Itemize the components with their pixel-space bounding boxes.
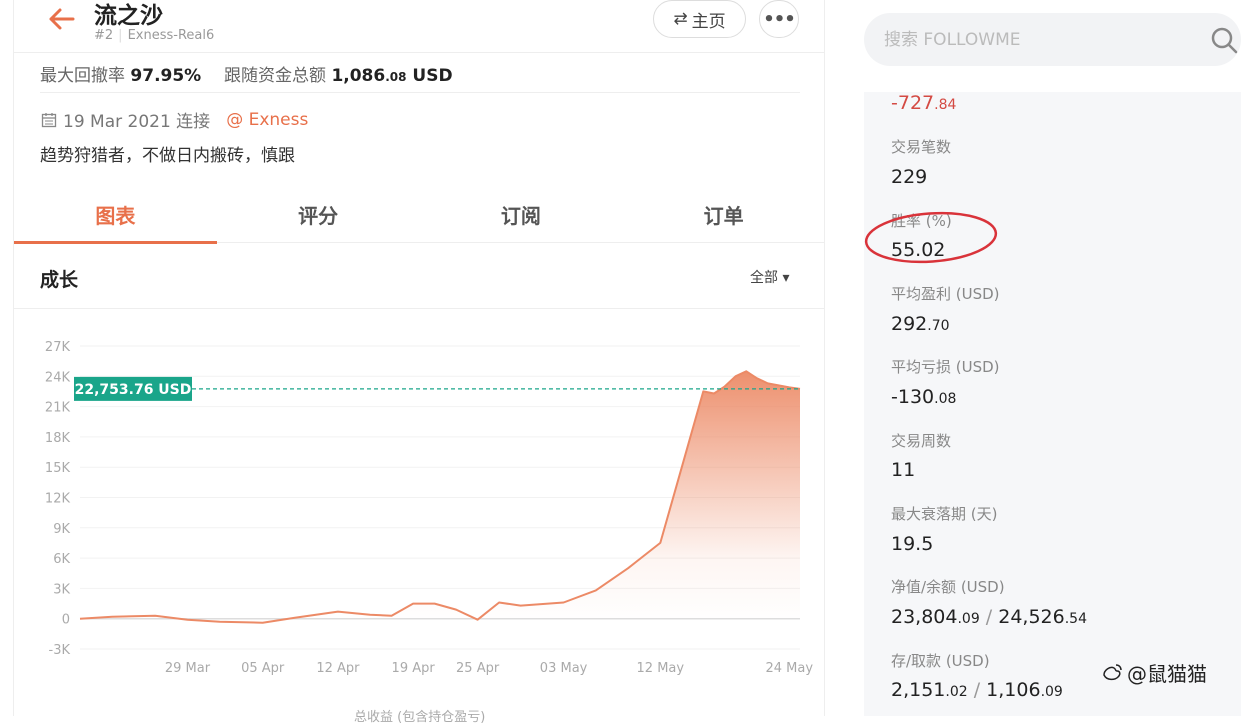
- y-tick-label: 0: [62, 613, 70, 628]
- y-tick-label: 9K: [53, 522, 70, 537]
- stat-top-value: -727.84: [891, 92, 957, 114]
- home-button[interactable]: ⇄ 主页: [653, 0, 746, 38]
- y-tick-label: 24K: [45, 370, 71, 385]
- meta-row: 19 Mar 2021 连接 @ Exness: [41, 107, 308, 132]
- x-tick-label: 12 May: [637, 661, 685, 676]
- more-button[interactable]: •••: [759, 0, 799, 38]
- tab-orders[interactable]: 订单: [622, 185, 825, 243]
- x-tick-label: 12 Apr: [316, 661, 360, 676]
- y-tick-label: -3K: [49, 643, 71, 658]
- tab-chart[interactable]: 图表: [14, 185, 217, 244]
- y-tick-label: 12K: [45, 492, 71, 507]
- drawdown-label: 最大回撤率: [40, 66, 125, 86]
- drawdown-value: 97.95%: [130, 66, 202, 86]
- divider: [14, 52, 825, 53]
- tab-rating[interactable]: 评分: [217, 185, 420, 243]
- y-tick-label: 3K: [53, 582, 70, 597]
- range-dropdown[interactable]: 全部 ▾: [750, 267, 789, 287]
- x-tick-label: 05 Apr: [241, 661, 285, 676]
- range-label: 全部: [750, 270, 778, 286]
- trader-rank: #2: [94, 28, 114, 43]
- x-tick-label: 29 Mar: [165, 661, 211, 676]
- home-button-label: 主页: [691, 11, 726, 32]
- search-input[interactable]: [884, 29, 1184, 50]
- avg-loss-label: 平均亏损 (USD): [891, 358, 1000, 376]
- max-drawdown-label: 最大衰落期 (天): [891, 505, 998, 523]
- funds-value: 1,086.08 USD: [331, 66, 453, 86]
- current-value-label: 22,753.76 USD: [75, 382, 192, 398]
- y-tick-label: 21K: [45, 401, 71, 416]
- trader-description: 趋势狩猎者，不做日内搬砖，慎跟: [40, 146, 295, 166]
- stats-panel: -727.84 交易笔数 229 胜率 (%) 55.02 平均盈利 (USD)…: [864, 92, 1241, 716]
- trader-account: Exness-Real6: [127, 28, 215, 43]
- trader-name: 流之沙: [94, 3, 163, 29]
- tab-bar: 图表 评分 订阅 订单: [14, 185, 825, 244]
- search-bar: [864, 13, 1241, 66]
- y-tick-label: 18K: [45, 431, 71, 446]
- watermark-text: @鼠猫猫: [1127, 662, 1207, 686]
- y-tick-label: 27K: [45, 340, 71, 355]
- divider: [14, 308, 825, 309]
- broker-link[interactable]: @ Exness: [226, 110, 308, 130]
- trader-panel: 流之沙 #2 | Exness-Real6 ⇄ 主页 ••• 最大回撤率 97.95…: [13, 0, 825, 725]
- growth-chart: 27K 24K 21K 18K 15K 12K 9K 6K 3K 0 -3K 29 Mar 05 Apr…: [45, 340, 813, 676]
- max-drawdown-value: 19.5: [891, 533, 934, 555]
- divider: [40, 92, 800, 93]
- search-icon[interactable]: [1209, 25, 1239, 55]
- caret-down-icon: ▾: [782, 270, 790, 286]
- avg-profit-label: 平均盈利 (USD): [891, 285, 1000, 303]
- growth-title: 成长: [40, 269, 79, 291]
- y-tick-label: 6K: [53, 552, 70, 567]
- trader-subtitle: #2 | Exness-Real6: [94, 28, 215, 43]
- x-tick-label: 03 May: [540, 661, 588, 676]
- trades-value: 229: [891, 166, 928, 188]
- x-tick-label: 19 Apr: [392, 661, 436, 676]
- equity-label: 净值/余额 (USD): [891, 578, 1005, 596]
- x-tick-label: 24 May: [765, 661, 813, 676]
- y-tick-label: 15K: [45, 461, 71, 476]
- funds-label: 跟随资金总额: [224, 66, 327, 86]
- deposit-withdraw-value: 2,151.02 / 1,106.09: [891, 679, 1063, 701]
- x-tick-label: 25 Apr: [456, 661, 500, 676]
- annotation-ring: [864, 211, 998, 264]
- swap-icon: ⇄: [673, 9, 688, 29]
- weeks-label: 交易周数: [891, 432, 952, 450]
- back-arrow-icon[interactable]: [47, 7, 75, 31]
- watermark: @鼠猫猫: [1101, 658, 1207, 687]
- trades-label: 交易笔数: [891, 138, 952, 156]
- tab-subscribe[interactable]: 订阅: [420, 185, 623, 243]
- weibo-icon: [1103, 663, 1122, 680]
- stats-sidebar: -727.84 交易笔数 229 胜率 (%) 55.02 平均盈利 (USD)…: [864, 0, 1241, 716]
- summary-row: 最大回撤率 97.95% 跟随资金总额 1,086.08 USD: [40, 61, 453, 86]
- avg-profit-value: 292.70: [891, 313, 950, 335]
- deposit-label: 存/取款 (USD): [891, 652, 990, 670]
- equity-balance-value: 23,804.09 / 24,526.54: [891, 606, 1087, 628]
- avg-loss-value: -130.08: [891, 386, 957, 408]
- weeks-value: 11: [891, 459, 916, 481]
- calendar-icon: [41, 112, 57, 127]
- connect-date: 19 Mar 2021 连接: [63, 112, 211, 132]
